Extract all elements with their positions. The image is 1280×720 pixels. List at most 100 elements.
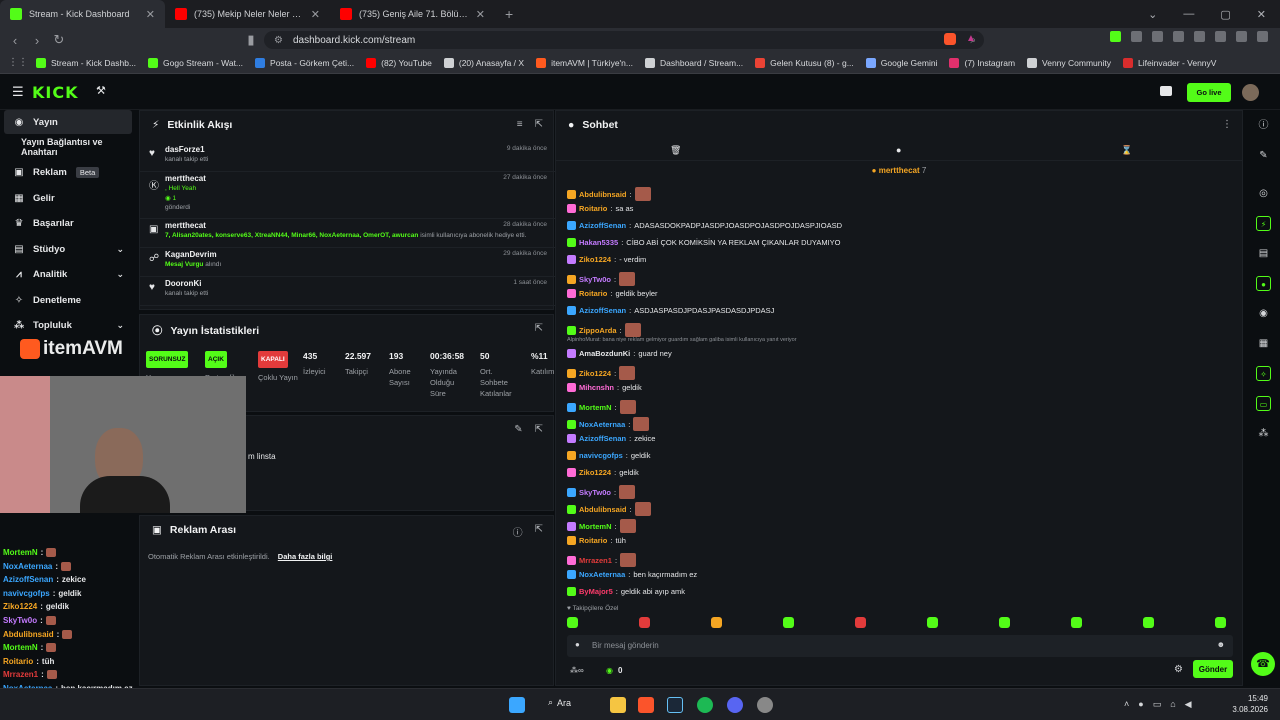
apps-grid-icon[interactable]: ⋮⋮ [8, 57, 28, 68]
kick-mini-icon[interactable] [1160, 86, 1172, 96]
chat-username[interactable]: Roitario [579, 289, 607, 298]
go-live-button[interactable]: Go live [1187, 83, 1231, 102]
message-icon[interactable]: ● [896, 145, 901, 155]
chat-username[interactable]: Abdulibnsaid [579, 505, 627, 514]
camera-icon[interactable]: ◎ [1256, 186, 1271, 201]
chevron-up-icon[interactable]: ˄ [1124, 699, 1129, 710]
bookmark-icon[interactable]: ▮ [240, 32, 262, 48]
close-tab-icon[interactable]: ✕ [146, 8, 155, 21]
sidebar-item[interactable]: Yayın Bağlantısı ve Anahtarı [4, 135, 132, 159]
emote-shortcut-icon[interactable] [855, 617, 866, 628]
tools-icon[interactable]: ⚒ [96, 84, 106, 97]
event-username[interactable]: dasForze1 [165, 145, 205, 154]
mic-icon[interactable]: ● [1138, 699, 1143, 710]
browser-tab[interactable]: (735) Geniş Aile 71. Bölüm (İyileştirilm… [330, 0, 495, 28]
emote-shortcut-icon[interactable] [999, 617, 1010, 628]
chat-menu-icon[interactable]: ⋮ [1222, 119, 1232, 130]
chat-input[interactable]: ● Bir mesaj gönderin ☻ [567, 635, 1233, 657]
volume-icon[interactable]: ◀ [1185, 699, 1192, 710]
emote-shortcut-icon[interactable] [1071, 617, 1082, 628]
broadcast-icon[interactable]: ◉ [1256, 306, 1271, 321]
sidebar-item[interactable]: ⁂ Topluluk ⌄ [4, 313, 132, 337]
chat-username[interactable]: Ziko1224 [579, 468, 611, 477]
event-username[interactable]: mertthecat [165, 221, 206, 230]
chat-username[interactable]: AzizoffSenan [579, 221, 626, 230]
nodes-icon[interactable]: ⁂ [1256, 426, 1271, 441]
clock[interactable]: 15:49 3.08.2026 [1232, 693, 1268, 715]
event-username[interactable]: mertthecat [165, 174, 206, 183]
bookmark-item[interactable]: itemAVM | Türkiye'n... [536, 57, 633, 68]
download-icon[interactable] [1215, 31, 1226, 42]
bookmark-item[interactable]: Gogo Stream - Wat... [148, 57, 243, 68]
chat-username[interactable]: NoxAeternaa [579, 420, 625, 429]
event-username[interactable]: KaganDevrim [165, 250, 217, 259]
info-icon[interactable]: ⓘ [513, 524, 523, 539]
bookmark-item[interactable]: Posta - Görkem Çeti... [255, 57, 354, 68]
learn-more-link[interactable]: Daha fazla bilgi [278, 552, 333, 561]
sidebar-item[interactable]: ⩘ Analitik ⌄ [4, 262, 132, 286]
extension-icon[interactable] [1152, 31, 1163, 42]
chat-username[interactable]: Mihcnshn [579, 383, 614, 392]
popout-icon[interactable]: ⇱ [535, 424, 543, 435]
chat-username[interactable]: AzizoffSenan [579, 306, 626, 315]
minimize-button[interactable]: — [1183, 8, 1194, 20]
new-tab-icon[interactable]: + [495, 6, 523, 22]
chat-username[interactable]: ByMajor5 [579, 587, 613, 596]
info-icon[interactable]: ⓘ [1256, 118, 1271, 133]
shield-icon[interactable] [1236, 31, 1247, 42]
reload-icon[interactable]: ↻ [48, 32, 70, 48]
browser-tab[interactable]: Stream - Kick Dashboard ✕ [0, 0, 165, 28]
event-username[interactable]: DooronKi [165, 279, 201, 288]
sidebar-item[interactable]: ▣ Reklam Beta [4, 160, 132, 184]
kick-extension-icon[interactable] [1110, 31, 1121, 42]
chat-username[interactable]: MortemN [579, 522, 612, 531]
brave-shield-icon[interactable] [944, 33, 956, 45]
chat-bubble-icon[interactable]: ● [1256, 276, 1271, 291]
steam-icon[interactable] [667, 697, 683, 713]
popout-icon[interactable]: ⇱ [535, 323, 543, 334]
chat-username[interactable]: Roitario [579, 204, 607, 213]
wrench-icon[interactable]: ✧ [1256, 366, 1271, 381]
edit-icon[interactable]: ✎ [514, 424, 522, 435]
url-bar[interactable]: ⚙ dashboard.kick.com/stream ⌕ [264, 31, 984, 49]
chat-username[interactable]: Ziko1224 [579, 369, 611, 378]
emote-shortcut-icon[interactable] [783, 617, 794, 628]
hamburger-menu-icon[interactable]: ☰ [12, 84, 24, 100]
emote-shortcut-icon[interactable] [567, 617, 578, 628]
close-window-button[interactable]: ✕ [1257, 8, 1266, 21]
sidebar-item[interactable]: ✧ Denetleme [4, 288, 132, 312]
chat-username[interactable]: Mrrazen1 [579, 556, 612, 565]
send-button[interactable]: Gönder [1193, 660, 1233, 678]
emote-shortcut-icon[interactable] [1143, 617, 1154, 628]
hourglass-icon[interactable]: ⌛ [1121, 145, 1132, 156]
chat-username[interactable]: SkyTw0o [579, 488, 611, 497]
close-tab-icon[interactable]: ✕ [476, 8, 485, 21]
chat-username[interactable]: navivcgofps [579, 451, 623, 460]
note-icon[interactable]: ▤ [1256, 246, 1271, 261]
back-icon[interactable]: ‹ [4, 33, 26, 48]
chat-username[interactable]: SkyTw0o [579, 275, 611, 284]
pen-icon[interactable]: ✎ [1256, 148, 1271, 163]
taskbar-search[interactable]: ⌕ Ara [548, 697, 571, 708]
chat-username[interactable]: AmaBozdunKi [579, 349, 630, 358]
filter-icon[interactable]: ≡ [517, 119, 523, 130]
chat-username[interactable]: MortemN [579, 403, 612, 412]
tab-search-icon[interactable]: ⌄ [1148, 8, 1157, 21]
display-icon[interactable]: ▭ [1153, 699, 1162, 710]
forward-icon[interactable]: › [26, 33, 48, 48]
users-icon[interactable]: ⁂∞ [570, 666, 584, 675]
file-explorer-icon[interactable] [610, 697, 626, 713]
chat-username[interactable]: ZippoArda [579, 326, 617, 335]
maximize-button[interactable]: ▢ [1220, 8, 1230, 21]
emoji-icon[interactable]: ☻ [1217, 640, 1225, 649]
sidebar-item[interactable]: ♛ Başarılar [4, 211, 132, 235]
pinned-user[interactable]: ● mertthecat 7 [556, 166, 1242, 175]
bolt-icon[interactable]: ⚡ [1256, 216, 1271, 231]
chat-username[interactable]: NoxAeternaa [579, 570, 625, 579]
bookmark-item[interactable]: Dashboard / Stream... [645, 57, 743, 68]
bookmark-item[interactable]: Lifeinvader - VennyV [1123, 57, 1216, 68]
emote-shortcut-icon[interactable] [711, 617, 722, 628]
window-icon[interactable]: ▭ [1256, 396, 1271, 411]
browser-tab[interactable]: (735) Mekip Neler Neler 83.Bölüm İz... ✕ [165, 0, 330, 28]
emote-shortcut-icon[interactable] [927, 617, 938, 628]
